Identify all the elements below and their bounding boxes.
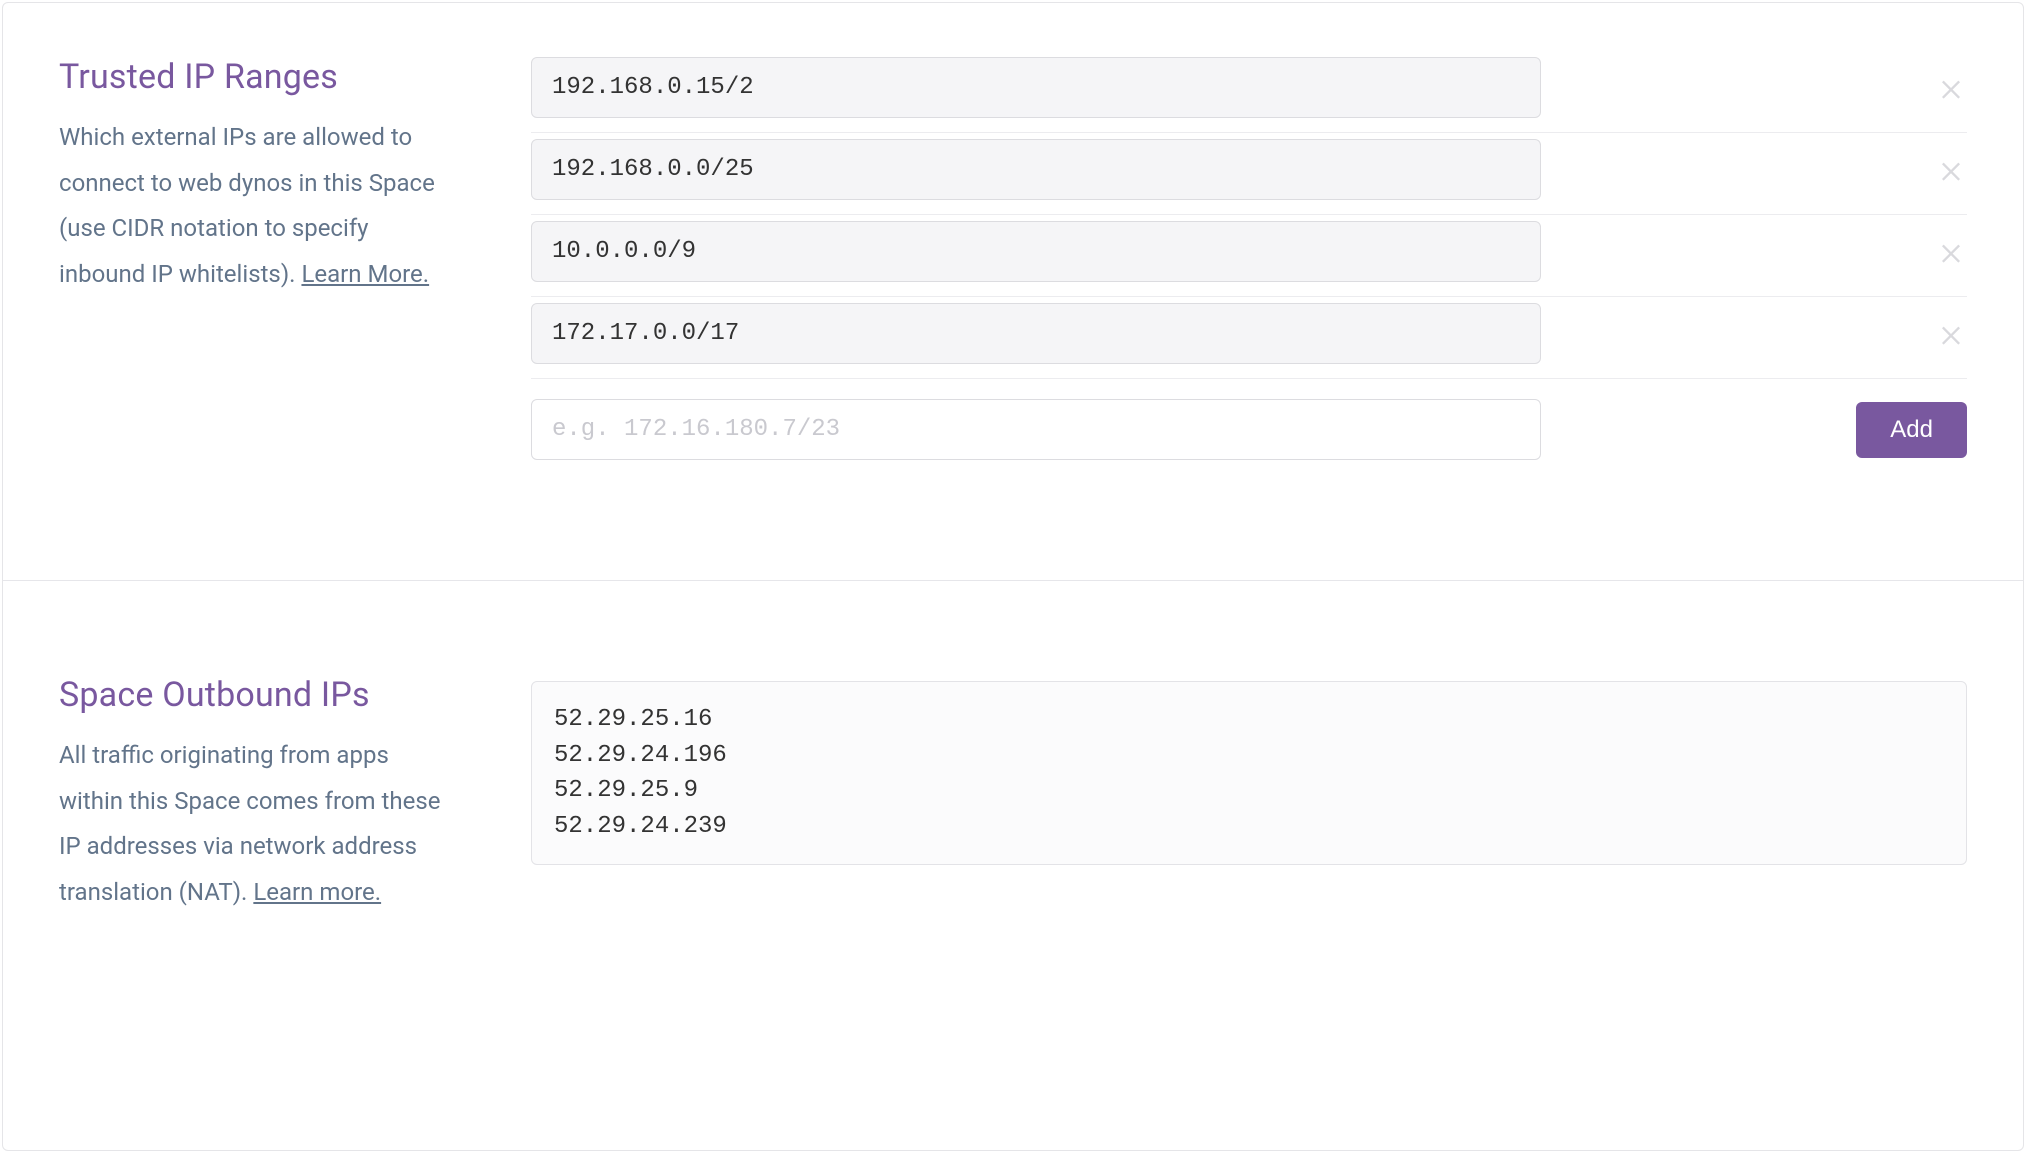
outbound-ip-section: Space Outbound IPs All traffic originati… <box>3 580 2023 971</box>
close-icon[interactable] <box>1937 320 1965 348</box>
trusted-ip-section: Trusted IP Ranges Which external IPs are… <box>3 3 2023 580</box>
ip-delete-cell <box>1541 320 1967 348</box>
close-icon[interactable] <box>1937 238 1965 266</box>
add-ip-row: Add <box>531 379 1967 460</box>
ip-delete-cell <box>1541 74 1967 102</box>
trusted-ip-side: Trusted IP Ranges Which external IPs are… <box>59 57 489 460</box>
ip-range-field[interactable]: 192.168.0.15/2 <box>531 57 1541 118</box>
add-ip-button[interactable]: Add <box>1856 402 1967 458</box>
outbound-ip-learn-more-link[interactable]: Learn more. <box>253 878 381 906</box>
settings-panel: Trusted IP Ranges Which external IPs are… <box>2 2 2024 1151</box>
trusted-ip-learn-more-link[interactable]: Learn More. <box>301 260 429 288</box>
trusted-ip-content: 192.168.0.15/2 192.168.0.0/25 <box>489 57 1967 460</box>
add-ip-input[interactable] <box>531 399 1541 460</box>
trusted-ip-heading: Trusted IP Ranges <box>59 57 449 97</box>
ip-range-field[interactable]: 172.17.0.0/17 <box>531 303 1541 364</box>
ip-delete-cell <box>1541 156 1967 184</box>
outbound-ip-content: 52.29.25.16 52.29.24.196 52.29.25.9 52.2… <box>489 675 1967 915</box>
close-icon[interactable] <box>1937 156 1965 184</box>
ip-row: 192.168.0.15/2 <box>531 57 1967 133</box>
outbound-ip-description-text: All traffic originating from apps within… <box>59 741 440 906</box>
outbound-ip-heading: Space Outbound IPs <box>59 675 449 715</box>
ip-range-field[interactable]: 10.0.0.0/9 <box>531 221 1541 282</box>
add-ip-button-cell: Add <box>1541 402 1967 458</box>
trusted-ip-rows: 192.168.0.15/2 192.168.0.0/25 <box>531 57 1967 379</box>
ip-row: 172.17.0.0/17 <box>531 297 1967 379</box>
close-icon[interactable] <box>1937 74 1965 102</box>
trusted-ip-description: Which external IPs are allowed to connec… <box>59 115 449 297</box>
outbound-ip-description: All traffic originating from apps within… <box>59 733 449 915</box>
outbound-ip-side: Space Outbound IPs All traffic originati… <box>59 675 489 915</box>
ip-delete-cell <box>1541 238 1967 266</box>
ip-row: 192.168.0.0/25 <box>531 133 1967 215</box>
ip-range-field[interactable]: 192.168.0.0/25 <box>531 139 1541 200</box>
outbound-ip-box: 52.29.25.16 52.29.24.196 52.29.25.9 52.2… <box>531 681 1967 865</box>
ip-row: 10.0.0.0/9 <box>531 215 1967 297</box>
